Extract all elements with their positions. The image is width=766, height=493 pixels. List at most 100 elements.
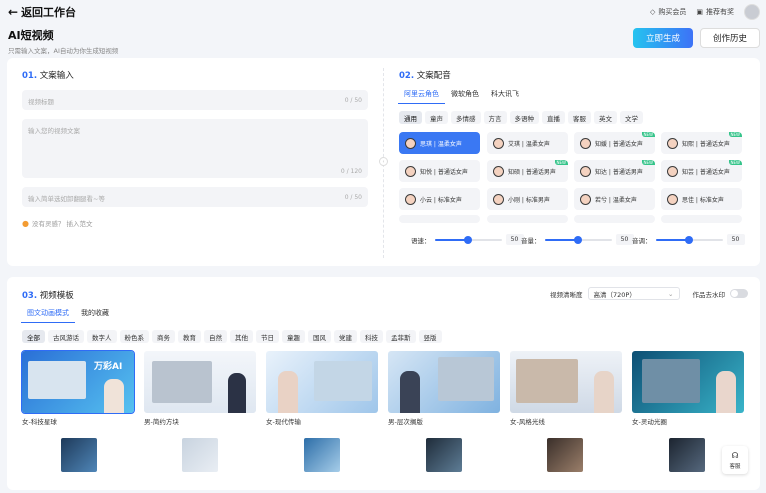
template-thumbnail-partial[interactable] [61, 438, 97, 472]
tab-microsoft[interactable]: 微软角色 [445, 89, 485, 104]
chip-child[interactable]: 童声 [425, 111, 448, 124]
speed-slider[interactable]: 语速： 50 [411, 234, 524, 245]
chip-literature[interactable]: 文学 [620, 111, 643, 124]
chip-category[interactable]: 童趣 [282, 330, 305, 343]
voice-option[interactable]: 知芸 | 普通话女声 NEW [661, 160, 742, 182]
template-caption: 女-风格光线 [510, 418, 545, 426]
voice-option[interactable]: 小云 | 标准女声 [399, 188, 480, 210]
chip-general[interactable]: 通用 [399, 111, 422, 124]
template-card[interactable]: 女-灵动光圈 [632, 351, 744, 426]
history-button[interactable]: 创作历史 [700, 28, 760, 48]
section-number: 01. [22, 71, 38, 81]
voice-option-partial[interactable] [661, 215, 742, 223]
back-to-workbench-link[interactable]: ← 返回工作台 [8, 4, 76, 20]
customer-service-button[interactable]: ☊ 客服 [722, 446, 748, 474]
voice-avatar-icon [580, 137, 591, 149]
volume-label: 音量： [521, 236, 541, 245]
template-card[interactable]: 男-层次搁版 [388, 351, 500, 426]
buy-member-link[interactable]: ◇ 购买会员 [650, 7, 686, 17]
chip-category[interactable]: 古风游话 [48, 330, 84, 343]
new-badge: NEW [554, 160, 568, 165]
template-card[interactable]: 万彩AI 女-科技星球 [21, 350, 135, 426]
chip-category[interactable]: 竖版 [418, 330, 442, 343]
recommend-link[interactable]: ▣ 推荐有奖 [696, 7, 734, 17]
chip-category[interactable]: 商务 [152, 330, 175, 343]
voice-option[interactable]: 知达 | 普通话男声 NEW [574, 160, 655, 182]
template-card[interactable]: 女-风格光线 [510, 351, 622, 426]
template-thumbnail-partial[interactable] [304, 438, 340, 472]
avatar[interactable] [744, 4, 760, 20]
voice-option[interactable]: 思佳 | 标准女声 [661, 188, 742, 210]
chip-service[interactable]: 客服 [568, 111, 591, 124]
chip-category[interactable]: 自然 [204, 330, 227, 343]
volume-slider[interactable]: 音量： 50 [521, 234, 634, 245]
chip-live[interactable]: 直播 [542, 111, 565, 124]
headset-icon: ☊ [731, 450, 739, 460]
pitch-knob[interactable] [685, 235, 693, 244]
voice-option[interactable]: 思琪 | 温柔女声 [399, 132, 480, 154]
volume-track[interactable] [544, 235, 612, 244]
template-thumbnail-partial[interactable] [182, 438, 218, 472]
chip-category[interactable]: 孟菲斯 [386, 330, 416, 343]
chip-category[interactable]: 其他 [230, 330, 253, 343]
chip-category[interactable]: 国风 [308, 330, 331, 343]
voice-label: 知熙 | 普通话女声 [682, 140, 730, 148]
template-card[interactable]: 女-现代传输 [266, 351, 378, 426]
clarity-label: 视频清晰度 [550, 290, 583, 299]
chip-category[interactable]: 党建 [334, 330, 357, 343]
voice-option[interactable]: 知熙 | 普通话女声 NEW [661, 132, 742, 154]
chip-category[interactable]: 数字人 [87, 330, 117, 343]
template-thumbnail-partial[interactable] [426, 438, 462, 472]
voice-option-partial[interactable] [487, 215, 568, 223]
pitch-slider[interactable]: 音调： 50 [632, 234, 745, 245]
chip-category[interactable]: 节日 [256, 330, 279, 343]
clarity-select[interactable]: 高清（720P） ⌄ [587, 287, 680, 300]
voice-option[interactable]: 知硕 | 普通话男声 NEW [487, 160, 568, 182]
speed-track[interactable] [434, 235, 502, 244]
voice-option[interactable]: 艾琪 | 温柔女声 [487, 132, 568, 154]
tab-xunfei[interactable]: 科大讯飞 [485, 89, 525, 104]
pitch-value[interactable]: 50 [726, 234, 745, 245]
tab-graphic-animation[interactable]: 图文动画模式 [21, 308, 75, 323]
chip-english[interactable]: 英文 [594, 111, 617, 124]
service-label: 客服 [729, 463, 741, 470]
speed-knob[interactable] [464, 235, 472, 244]
voice-option-partial[interactable] [399, 215, 480, 223]
keyword-input[interactable]: 输入简单选如卸翻腿看~等 0 / 50 [22, 187, 368, 207]
voice-option[interactable]: 知媛 | 普通话女声 NEW [574, 132, 655, 154]
template-thumbnail-partial[interactable] [669, 438, 705, 472]
chip-all[interactable]: 全部 [22, 330, 45, 343]
template-card[interactable]: 男-简约方块 [144, 351, 256, 426]
copy-textarea[interactable]: 输入您的视频文案 0 / 120 [22, 119, 368, 178]
insert-sample-hint[interactable]: ● 没有灵感？ 插入范文 [22, 218, 93, 229]
chip-dialect[interactable]: 方言 [483, 111, 507, 124]
pitch-track[interactable] [655, 235, 723, 244]
chip-category[interactable]: 科技 [360, 330, 383, 343]
volume-knob[interactable] [574, 235, 582, 244]
collapse-icon[interactable]: ‹ [379, 157, 388, 166]
voice-option[interactable]: 若兮 | 温柔女声 [574, 188, 655, 210]
watermark-toggle[interactable] [730, 289, 748, 298]
voice-label: 思佳 | 标准女声 [682, 196, 724, 204]
generate-button[interactable]: 立即生成 [633, 28, 693, 48]
template-caption: 男-层次搁版 [388, 418, 423, 426]
voice-option-partial[interactable] [574, 215, 655, 223]
template-thumbnail-partial[interactable] [547, 438, 583, 472]
scene-image [642, 359, 700, 403]
tab-aliyun[interactable]: 阿里云角色 [398, 89, 445, 104]
video-title-input[interactable]: 视频标题 0 / 50 [22, 90, 368, 110]
gift-icon: ▣ [696, 8, 703, 16]
voice-option[interactable]: 小刚 | 标准男声 [487, 188, 568, 210]
voice-avatar-icon [667, 193, 678, 205]
tab-my-favorites[interactable]: 我的收藏 [75, 308, 115, 323]
chip-multilingual[interactable]: 多语种 [509, 111, 539, 124]
lightbulb-icon: ● [22, 218, 29, 228]
chip-emotion[interactable]: 多情感 [451, 111, 481, 124]
volume-value[interactable]: 50 [615, 234, 634, 245]
scene-image [438, 357, 494, 401]
clarity-control: 视频清晰度 高清（720P） ⌄ 作品去水印 [550, 287, 748, 300]
chip-category[interactable]: 粉色系 [119, 330, 149, 343]
voice-option[interactable]: 知悦 | 普通话女声 [399, 160, 480, 182]
voice-label: 知达 | 普通话男声 [595, 168, 643, 176]
chip-category[interactable]: 教育 [178, 330, 201, 343]
